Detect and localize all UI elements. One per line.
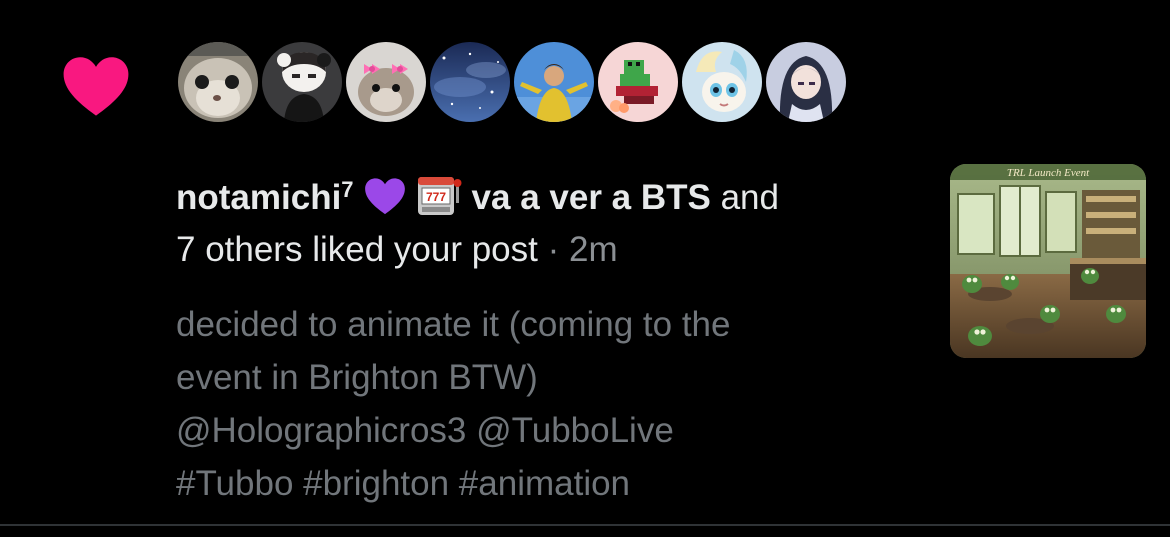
post-thumbnail[interactable]: TRL Launch Event: [950, 164, 1146, 358]
avatar-4[interactable]: [430, 42, 510, 122]
avatar-3[interactable]: [346, 42, 426, 122]
post-line: @Holographicros3 @TubboLive: [176, 411, 674, 450]
and-text: and: [710, 178, 779, 217]
svg-text:777: 777: [426, 190, 446, 204]
avatar-2[interactable]: [262, 42, 342, 122]
notification-summary: 7 others liked your post · 2m: [176, 224, 916, 276]
post-line: decided to animate it (coming to the: [176, 305, 731, 344]
like-notification[interactable]: notamichi7 777 va a ver a BTS and 7 othe…: [0, 0, 1170, 526]
liker-avatars: [178, 42, 850, 128]
avatar-1[interactable]: [178, 42, 258, 122]
separator-dot: ·: [537, 230, 569, 269]
avatar-8[interactable]: [766, 42, 846, 122]
timestamp: 2m: [568, 230, 618, 269]
notification-headline: notamichi7 777 va a ver a BTS and: [176, 164, 916, 224]
user-name-superscript: 7: [341, 177, 354, 202]
avatar-7[interactable]: [682, 42, 762, 122]
user-name[interactable]: notamichi: [176, 178, 341, 217]
avatar-6[interactable]: [598, 42, 678, 122]
slot-machine-icon: 777: [417, 177, 462, 215]
purple-heart-icon: [364, 178, 405, 215]
others-liked-text[interactable]: 7 others liked your post: [176, 230, 538, 269]
avatar-5[interactable]: [514, 42, 594, 122]
thumbnail-caption: TRL Launch Event: [1007, 167, 1090, 179]
notification-text: notamichi7 777 va a ver a BTS and 7 othe…: [176, 164, 916, 510]
post-line: #Tubbo #brighton #animation: [176, 464, 631, 503]
liked-post-text[interactable]: decided to animate it (coming to the eve…: [176, 298, 916, 510]
divider: [0, 524, 1170, 526]
heart-icon: [63, 57, 129, 116]
post-thumbnail-image: TRL Launch Event: [950, 164, 1146, 358]
user-bio-text: va a ver a BTS: [471, 178, 711, 217]
post-line: event in Brighton BTW): [176, 358, 538, 397]
